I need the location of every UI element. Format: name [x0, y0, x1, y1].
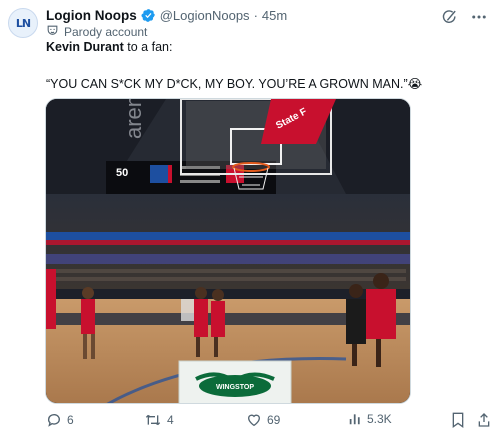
separator-dot: · — [253, 7, 258, 23]
like-count: 69 — [267, 413, 281, 427]
repost-button[interactable]: 4 — [144, 412, 174, 428]
grok-icon[interactable] — [440, 8, 458, 26]
reply-count: 6 — [67, 413, 74, 427]
parody-account-label: Parody account — [46, 24, 147, 40]
reply-button[interactable]: 6 — [46, 412, 74, 428]
bookmark-button[interactable] — [451, 412, 465, 428]
tweet: LN Logion Noops @LogionNoops · 45m Parod… — [0, 0, 500, 440]
share-icon — [477, 412, 491, 428]
share-button[interactable] — [477, 412, 491, 428]
avatar-logo: LN — [15, 16, 31, 30]
crying-emoji: 😭 — [407, 77, 423, 91]
repost-count: 4 — [167, 413, 174, 427]
views-button[interactable]: 5.3K — [348, 412, 392, 426]
parody-mask-icon — [46, 24, 59, 40]
bookmark-icon — [451, 412, 465, 428]
arena-sign: arena — [121, 99, 146, 139]
views-count: 5.3K — [367, 412, 392, 426]
heart-icon — [246, 412, 262, 428]
reply-icon — [46, 412, 62, 428]
display-name[interactable]: Logion Noops — [46, 8, 137, 23]
parody-text: Parody account — [64, 25, 148, 39]
scoreboard-score: 50 — [116, 167, 128, 179]
verified-badge-icon — [141, 8, 156, 23]
tweet-text-rest: to a fan: — [123, 40, 173, 54]
action-bar: 6 4 69 5.3K — [46, 412, 490, 432]
court-logo: WINGSTOP — [216, 384, 254, 391]
tweet-header: Logion Noops @LogionNoops · 45m — [46, 6, 287, 24]
media-video[interactable]: arena 50 State F WINGSTOP — [45, 98, 411, 404]
repost-icon — [144, 412, 162, 428]
more-options-icon[interactable] — [470, 8, 488, 26]
tweet-text-line-1: Kevin Durant to a fan: — [46, 40, 172, 54]
top-actions — [440, 8, 488, 26]
avatar[interactable]: LN — [8, 8, 38, 38]
handle[interactable]: @LogionNoops — [160, 8, 250, 23]
tweet-text-line-2: “YOU CAN S*CK MY D*CK, MY BOY. YOU’RE A … — [46, 76, 422, 91]
tweet-subject: Kevin Durant — [46, 40, 124, 54]
like-button[interactable]: 69 — [246, 412, 280, 428]
arena-scene: arena 50 State F WINGSTOP — [46, 99, 410, 403]
tweet-quote: “YOU CAN S*CK MY D*CK, MY BOY. YOU’RE A … — [46, 77, 408, 91]
views-chart-icon — [348, 412, 362, 426]
timestamp[interactable]: 45m — [262, 8, 287, 23]
